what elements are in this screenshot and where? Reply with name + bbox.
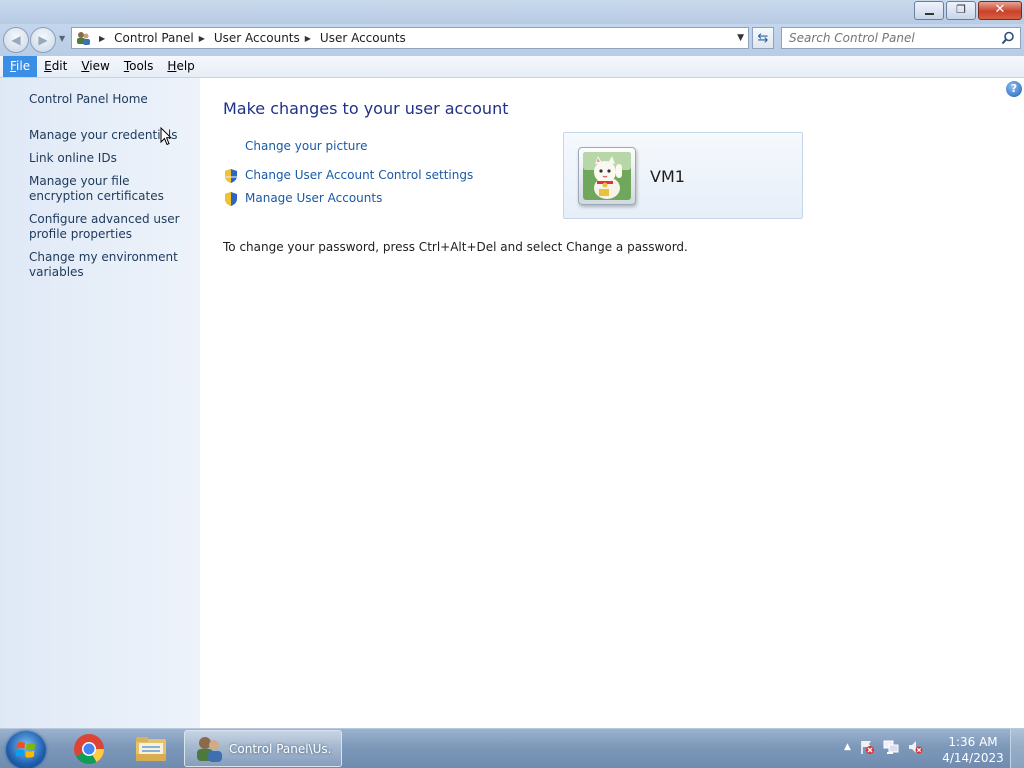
back-arrow-icon: ◀ — [11, 33, 21, 47]
menu-edit-accesskey: E — [44, 59, 52, 73]
page-title: Make changes to your user account — [223, 99, 509, 118]
volume-muted-icon[interactable] — [907, 739, 923, 755]
minimize-button[interactable] — [914, 1, 944, 20]
change-picture-link[interactable]: Change your picture — [245, 139, 367, 153]
clock-time: 1:36 AM — [948, 735, 998, 749]
network-icon[interactable] — [883, 739, 899, 755]
show-hidden-icons-icon[interactable]: ▲ — [844, 742, 851, 752]
close-button[interactable]: ✕ — [978, 1, 1022, 20]
recent-pages-dropdown[interactable]: ▼ — [59, 34, 65, 43]
forward-arrow-icon: ▶ — [38, 33, 48, 47]
navigation-bar: ◀ ▶ ▼ ▶ Control Panel ▶ User Accounts ▶ … — [0, 24, 1024, 56]
help-button[interactable]: ? — [1006, 81, 1022, 97]
menu-file-label: ile — [16, 59, 31, 73]
address-dropdown-icon[interactable]: ▼ — [737, 33, 744, 43]
system-tray: ▲ — [844, 739, 923, 755]
menu-edit[interactable]: Edit — [37, 56, 74, 77]
chevron-right-icon[interactable]: ▶ — [305, 34, 311, 43]
menu-tools[interactable]: Tools — [117, 56, 161, 77]
menu-edit-label: dit — [51, 59, 68, 73]
sidebar-link-encryption-certificates[interactable]: Manage your file encryption certificates — [29, 174, 194, 204]
refresh-button[interactable]: ⇆ — [752, 27, 774, 49]
clock-date: 4/14/2023 — [942, 751, 1004, 765]
action-center-flag-icon[interactable] — [859, 739, 875, 755]
uac-shield-icon — [225, 169, 237, 183]
folder-icon — [136, 737, 166, 761]
chrome-icon — [74, 734, 104, 765]
sidebar: Control Panel Home Manage your credentia… — [0, 78, 200, 728]
search-icon[interactable] — [1001, 31, 1015, 45]
close-icon: ✕ — [994, 2, 1006, 17]
chevron-right-icon[interactable]: ▶ — [199, 34, 205, 43]
restore-icon: ❐ — [956, 3, 966, 16]
sidebar-link-environment-variables[interactable]: Change my environment variables — [29, 250, 194, 280]
menu-file[interactable]: File — [3, 56, 38, 77]
user-accounts-icon — [197, 737, 222, 762]
user-account-tile: VM1 — [563, 132, 803, 219]
sidebar-link-online-ids[interactable]: Link online IDs — [29, 151, 194, 166]
menu-view[interactable]: View — [74, 56, 116, 77]
chevron-right-icon[interactable]: ▶ — [99, 34, 105, 43]
uac-shield-icon — [225, 192, 237, 206]
password-instructions: To change your password, press Ctrl+Alt+… — [223, 240, 688, 254]
caption-buttons: ❐ ✕ — [914, 1, 1022, 20]
menu-tools-label: ools — [129, 59, 154, 73]
restore-button[interactable]: ❐ — [946, 1, 976, 20]
taskbar-explorer[interactable] — [125, 731, 177, 767]
sidebar-link-control-panel-home[interactable]: Control Panel Home — [29, 92, 194, 107]
taskbar-chrome[interactable] — [63, 731, 115, 767]
search-input[interactable] — [782, 28, 992, 48]
taskbar-task-label: Control Panel\Us... — [229, 742, 333, 756]
main-content: ? Make changes to your user account Chan… — [200, 78, 1024, 728]
refresh-icon: ⇆ — [757, 30, 769, 46]
start-button[interactable] — [6, 731, 46, 768]
sidebar-link-advanced-profile[interactable]: Configure advanced user profile properti… — [29, 212, 194, 242]
minimize-icon — [925, 13, 934, 15]
system-clock[interactable]: 1:36 AM 4/14/2023 — [940, 734, 1006, 766]
breadcrumb-user-accounts[interactable]: User Accounts — [214, 31, 300, 45]
help-icon: ? — [1010, 82, 1018, 95]
lucky-cat-icon — [583, 152, 631, 200]
taskbar-control-panel-task[interactable]: Control Panel\Us... — [184, 730, 342, 767]
avatar[interactable] — [578, 147, 636, 205]
uac-settings-link[interactable]: Change User Account Control settings — [245, 168, 473, 182]
windows-logo-icon — [16, 742, 35, 758]
address-bar[interactable]: ▶ Control Panel ▶ User Accounts ▶ User A… — [71, 27, 749, 49]
window-titlebar: ❐ ✕ — [0, 0, 1024, 24]
breadcrumb-control-panel[interactable]: Control Panel — [114, 31, 194, 45]
manage-user-accounts-link[interactable]: Manage User Accounts — [245, 191, 382, 205]
user-name: VM1 — [650, 167, 685, 186]
taskbar: Control Panel\Us... ▲ 1:36 AM 4/14/2023 — [0, 728, 1024, 768]
menu-help[interactable]: Help — [160, 56, 201, 77]
menu-view-label: iew — [89, 59, 110, 73]
user-accounts-icon — [72, 28, 94, 48]
menu-help-label: elp — [176, 59, 195, 73]
search-box[interactable] — [781, 27, 1021, 49]
back-button[interactable]: ◀ — [3, 27, 29, 53]
show-desktop-button[interactable] — [1010, 729, 1024, 768]
breadcrumb-user-accounts-current[interactable]: User Accounts — [320, 31, 406, 45]
mouse-cursor-icon — [160, 127, 172, 146]
forward-button[interactable]: ▶ — [30, 27, 56, 53]
menu-bar: File Edit View Tools Help — [0, 56, 1024, 78]
